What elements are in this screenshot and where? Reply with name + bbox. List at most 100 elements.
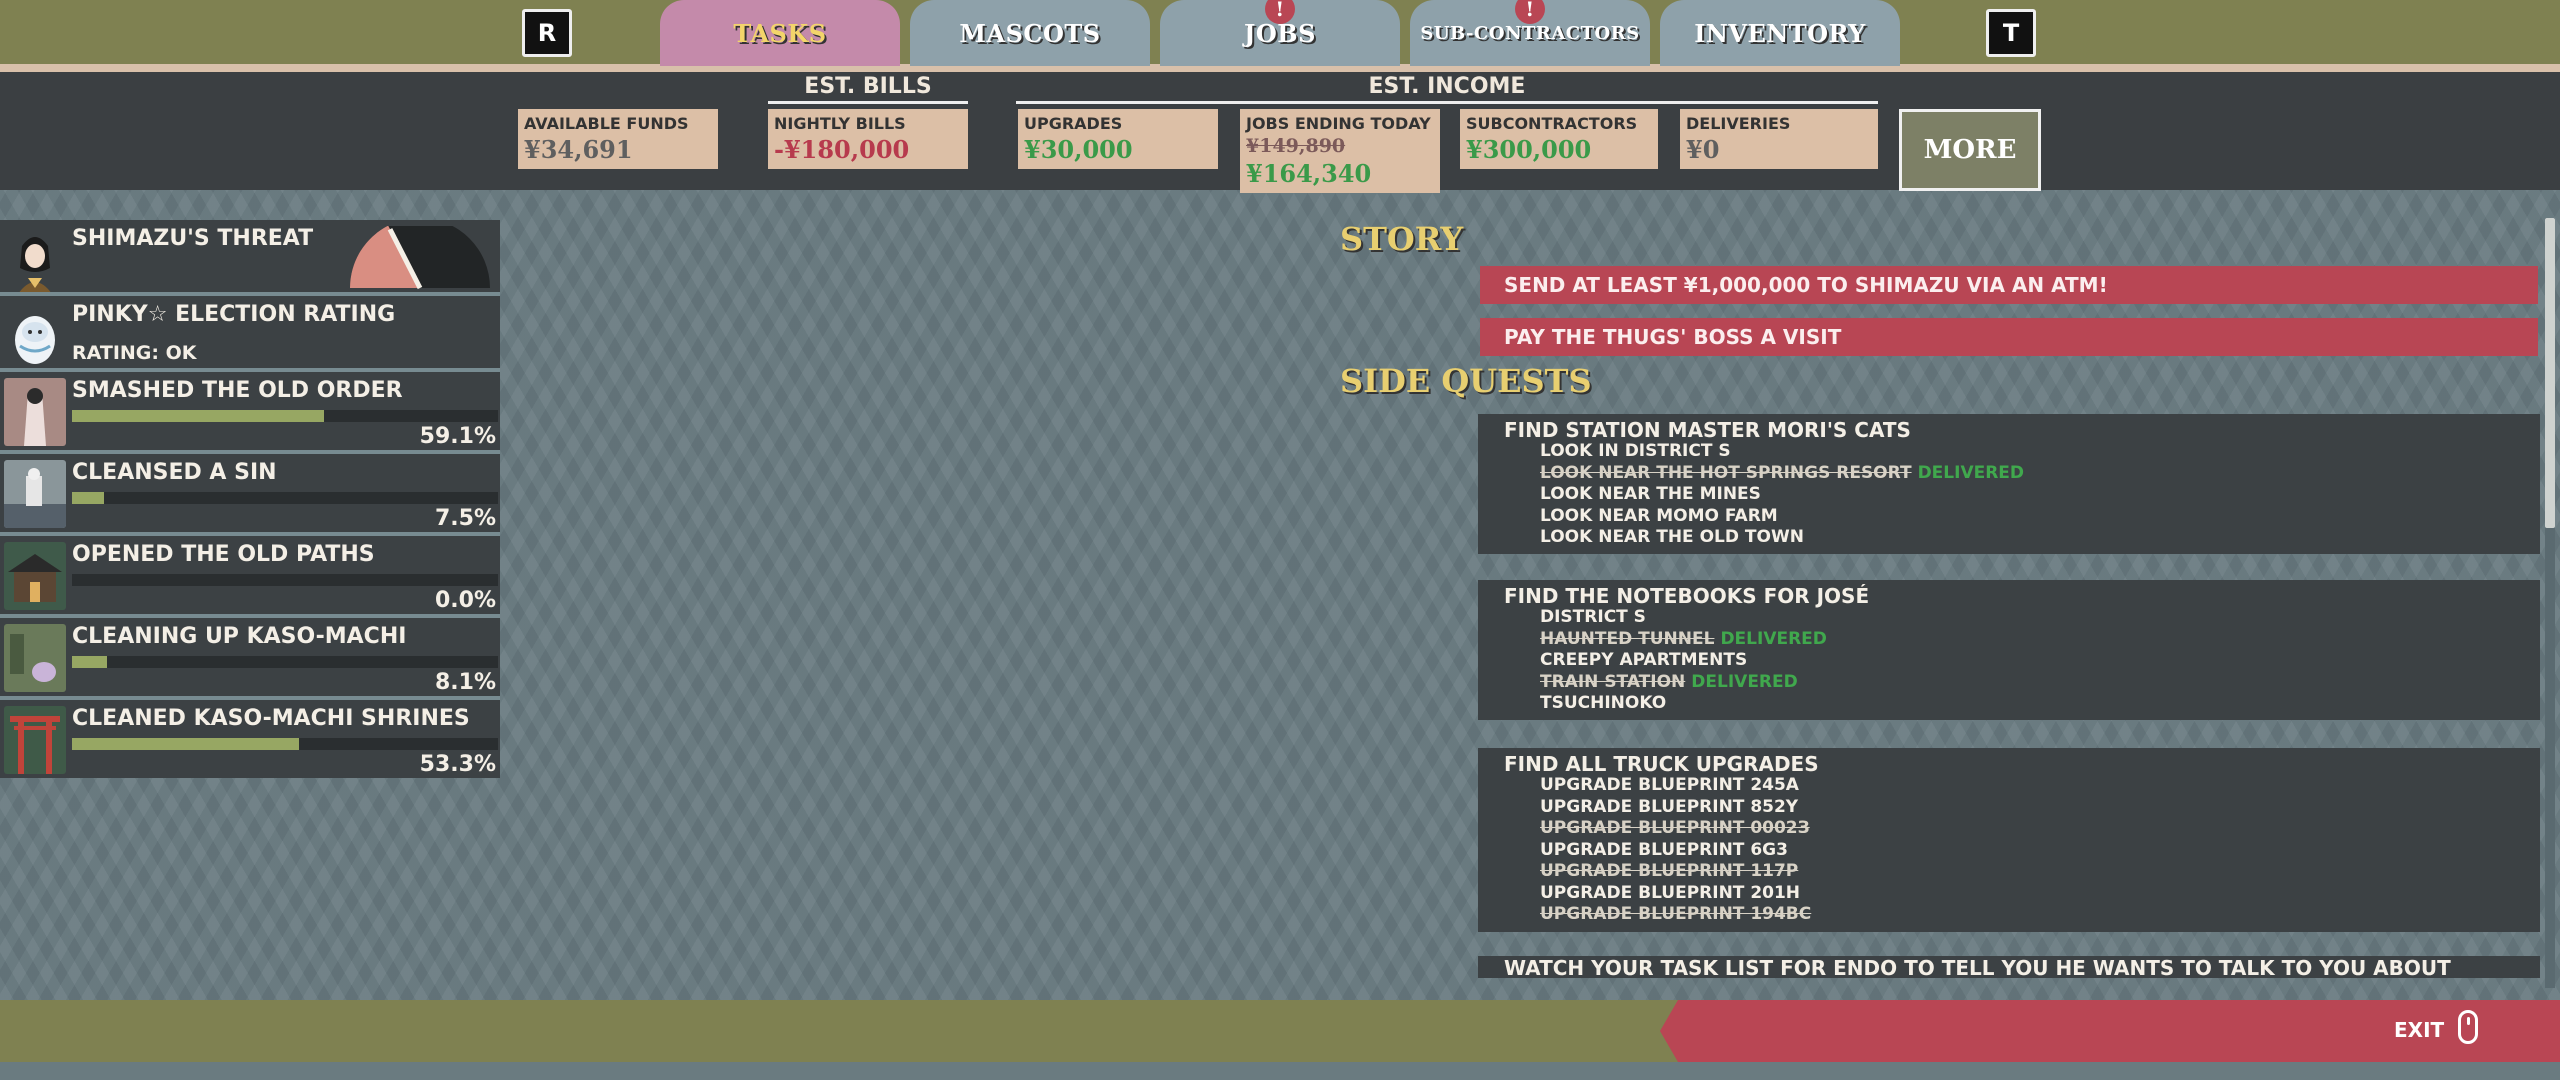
income-divider — [1016, 101, 1878, 104]
upgrades-label: UPGRADES — [1024, 114, 1123, 133]
stat-smashed-old-order[interactable]: SMASHED THE OLD ORDER 59.1% — [0, 372, 500, 450]
stat-cleaned-shrines[interactable]: CLEANED KASO-MACHI SHRINES 53.3% — [0, 700, 500, 778]
stat-title: CLEANING UP KASO-MACHI — [72, 624, 407, 649]
deliveries-label: DELIVERIES — [1686, 114, 1791, 133]
tab-label: MASCOTS — [959, 18, 1101, 48]
quest-card[interactable]: WATCH YOUR TASK LIST FOR ENDO TO TELL YO… — [1478, 956, 2540, 978]
quest-item-text: HAUNTED TUNNEL — [1540, 628, 1715, 649]
quest-title: FIND ALL TRUCK UPGRADES — [1504, 752, 1819, 776]
tab-label: INVENTORY — [1694, 18, 1866, 48]
subcontractors-value: ¥300,000 — [1466, 135, 1592, 164]
stat-shimazu-threat[interactable]: SHIMAZU'S THREAT — [0, 220, 500, 294]
quest-title: FIND THE NOTEBOOKS FOR JOSÉ — [1504, 584, 1870, 608]
progress-percent: 59.1% — [419, 424, 496, 449]
tab-mascots[interactable]: MASCOTS — [910, 0, 1150, 66]
available-funds-value: ¥34,691 — [524, 135, 633, 164]
quest-card[interactable]: FIND ALL TRUCK UPGRADES UPGRADE BLUEPRIN… — [1478, 748, 2540, 932]
more-button[interactable]: MORE — [1899, 109, 2041, 191]
quest-item: LOOK NEAR THE MINES — [1540, 484, 2540, 506]
quest-item: UPGRADE BLUEPRINT 117P — [1540, 861, 2540, 883]
quest-item-text: TSUCHINOKO — [1540, 693, 1667, 713]
story-item[interactable]: SEND AT LEAST ¥1,000,000 TO SHIMAZU VIA … — [1480, 266, 2538, 304]
tab-inventory[interactable]: INVENTORY — [1660, 0, 1900, 66]
side-quests-heading: SIDE QUESTS — [1340, 362, 1592, 400]
quest-item-text: CREEPY APARTMENTS — [1540, 650, 1748, 670]
quest-item-text: UPGRADE BLUEPRINT 201H — [1540, 882, 1801, 903]
quest-card[interactable]: FIND STATION MASTER MORI'S CATS LOOK IN … — [1478, 414, 2540, 554]
stat-title: OPENED THE OLD PATHS — [72, 542, 375, 567]
progress-bar — [72, 738, 498, 750]
tab-label: SUB-CONTRACTORS — [1420, 22, 1640, 44]
prev-tab-key[interactable]: R — [522, 9, 572, 57]
stat-title: SMASHED THE OLD ORDER — [72, 378, 403, 403]
progress-percent: 0.0% — [434, 588, 496, 613]
quest-item: LOOK NEAR THE OLD TOWN — [1540, 527, 2540, 549]
alert-icon: ! — [1515, 0, 1545, 24]
quest-item: DISTRICT S — [1540, 607, 2540, 629]
upgrades-box: UPGRADES ¥30,000 — [1018, 109, 1218, 169]
quest-title: WATCH YOUR TASK LIST FOR ENDO TO TELL YO… — [1504, 956, 2451, 979]
stat-cleansed-sin[interactable]: CLEANSED A SIN 7.5% — [0, 454, 500, 532]
bills-divider — [768, 101, 968, 104]
mouse-icon — [2458, 1010, 2478, 1044]
quest-card[interactable]: FIND THE NOTEBOOKS FOR JOSÉ DISTRICT S H… — [1478, 580, 2540, 720]
deliveries-value: ¥0 — [1686, 135, 1720, 164]
quest-item-text: UPGRADE BLUEPRINT 245A — [1540, 775, 1799, 795]
tab-tasks[interactable]: TASKS — [660, 0, 900, 66]
nightly-bills-value: -¥180,000 — [774, 135, 910, 164]
progress-bar-fill — [72, 410, 324, 422]
pinky-mascot-icon — [4, 302, 66, 370]
cleansed-sin-thumb-icon — [4, 460, 66, 528]
jobs-ending-value: ¥164,340 — [1246, 159, 1372, 188]
available-funds-box: AVAILABLE FUNDS ¥34,691 — [518, 109, 718, 169]
quest-item-text: LOOK IN DISTRICT S — [1540, 441, 1731, 461]
story-heading: STORY — [1340, 220, 1464, 258]
stat-title: SHIMAZU'S THREAT — [72, 226, 314, 251]
quest-item: LOOK NEAR THE HOT SPRINGS RESORT DELIVERE… — [1540, 463, 2540, 485]
quest-title: FIND STATION MASTER MORI'S CATS — [1504, 418, 1911, 442]
old-paths-thumb-icon — [4, 542, 66, 610]
quest-scrollbar-thumb[interactable] — [2545, 218, 2555, 528]
quest-item-text: LOOK NEAR THE HOT SPRINGS RESORT — [1540, 462, 1912, 483]
quest-item-text: UPGRADE BLUEPRINT 6G3 — [1540, 839, 1788, 860]
subcontractors-label: SUBCONTRACTORS — [1466, 114, 1638, 133]
progress-percent: 8.1% — [434, 670, 496, 695]
stat-opened-old-paths[interactable]: OPENED THE OLD PATHS 0.0% — [0, 536, 500, 614]
quest-item: LOOK NEAR MOMO FARM — [1540, 506, 2540, 528]
delivered-badge: DELIVERED — [1917, 462, 2025, 483]
quest-item: UPGRADE BLUEPRINT 245A — [1540, 775, 2540, 797]
progress-bar-fill — [72, 656, 107, 668]
tab-subcontractors[interactable]: ! SUB-CONTRACTORS — [1410, 0, 1650, 66]
quest-item: TSUCHINOKO — [1540, 693, 2540, 715]
quest-item: UPGRADE BLUEPRINT 194BC — [1540, 904, 2540, 926]
stat-election-rating[interactable]: PINKY☆ ELECTION RATING RATING: OK — [0, 296, 500, 370]
quest-item: TRAIN STATION DELIVERED — [1540, 672, 2540, 694]
progress-percent: 53.3% — [419, 752, 496, 777]
quest-item: CREEPY APARTMENTS — [1540, 650, 2540, 672]
stat-title: CLEANED KASO-MACHI SHRINES — [72, 706, 470, 731]
quest-item: HAUNTED TUNNEL DELIVERED — [1540, 629, 2540, 651]
progress-percent: 7.5% — [434, 506, 496, 531]
quest-item: UPGRADE BLUEPRINT 201H — [1540, 883, 2540, 905]
subcontractors-box: SUBCONTRACTORS ¥300,000 — [1460, 109, 1658, 169]
shrine-torii-icon — [4, 706, 66, 774]
story-item[interactable]: PAY THE THUGS' BOSS A VISIT — [1480, 318, 2538, 356]
rating-value: RATING: OK — [72, 342, 197, 364]
delivered-badge: DELIVERED — [1720, 628, 1827, 649]
exit-label[interactable]: EXIT — [2394, 1018, 2444, 1042]
next-tab-key[interactable]: T — [1986, 9, 2036, 57]
shimazu-thumb-icon — [4, 378, 66, 446]
quest-item-text: UPGRADE BLUEPRINT 0002З — [1540, 818, 1810, 838]
progress-bar — [72, 656, 498, 668]
tab-label: TASKS — [733, 18, 827, 48]
bills-heading: EST. BILLS — [804, 74, 932, 99]
quest-item-text: LOOK NEAR THE MINES — [1540, 484, 1761, 504]
quest-item-text: UPGRADE BLUEPRINT 117P — [1540, 861, 1799, 881]
quest-item: UPGRADE BLUEPRINT 6G3 — [1540, 840, 2540, 862]
tab-jobs[interactable]: ! JOBS — [1160, 0, 1400, 66]
bottom-strip — [0, 1062, 2560, 1080]
quest-item-text: LOOK NEAR MOMO FARM — [1540, 505, 1778, 526]
progress-bar — [72, 410, 498, 422]
stat-cleaning-kaso-machi[interactable]: CLEANING UP KASO-MACHI 8.1% — [0, 618, 500, 696]
quest-item-text: UPGRADE BLUEPRINT 852Y — [1540, 796, 1799, 817]
